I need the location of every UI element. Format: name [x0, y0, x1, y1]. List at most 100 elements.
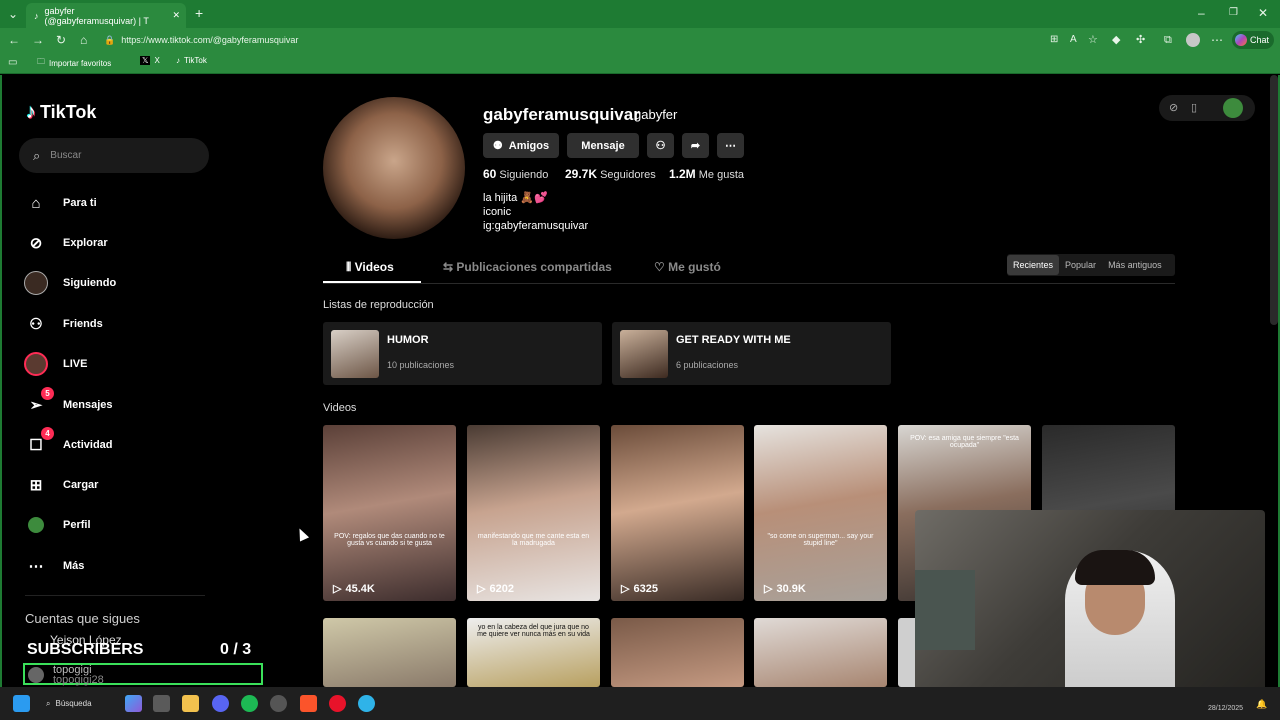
puzzle-icon[interactable]: ✣	[1136, 34, 1145, 46]
nav-para-ti[interactable]: ⌂ Para ti	[24, 190, 96, 216]
nav-perfil[interactable]: Perfil	[24, 512, 91, 538]
windows-start-icon[interactable]	[13, 695, 30, 712]
store-icon[interactable]	[153, 695, 170, 712]
following-account-handle: topogigi28	[53, 674, 104, 686]
tab-reposts[interactable]: ⇆ Publicaciones compartidas	[443, 260, 612, 274]
reload-icon[interactable]: ↻	[56, 34, 66, 46]
bookmark-label: X	[154, 56, 160, 65]
play-icon: ▷	[333, 583, 342, 595]
spotify-icon[interactable]	[241, 695, 258, 712]
page-scrollbar[interactable]	[1270, 75, 1278, 325]
bookmark-tiktok[interactable]: ♪ TikTok	[176, 56, 207, 65]
folder-icon: 🗀	[37, 57, 45, 66]
nav-cargar[interactable]: ⊞ Cargar	[24, 472, 99, 498]
windows-taskbar: ⌕ Búsqueda 28/12/2025 🔔	[0, 687, 1280, 720]
nav-explorar[interactable]: ⊘ Explorar	[24, 230, 108, 256]
video-card[interactable]: yo en la cabeza del que jura que no me q…	[467, 618, 600, 687]
playlist-card[interactable]: HUMOR 10 publicaciones	[323, 322, 602, 385]
new-tab-icon[interactable]: +	[195, 6, 203, 20]
video-card[interactable]	[611, 618, 744, 687]
followers-label: Seguidores	[600, 169, 656, 181]
nav-actividad[interactable]: ☐ 4 Actividad	[24, 427, 113, 458]
minimize-icon[interactable]: –	[1198, 7, 1205, 19]
friends-button[interactable]: ⚉ Amigos	[483, 133, 559, 158]
add-user-button[interactable]: ⚇	[647, 133, 674, 158]
favorite-star-icon[interactable]: ☆	[1088, 34, 1098, 46]
home-browser-icon[interactable]: ⌂	[80, 34, 87, 46]
playlists-heading: Listas de reproducción	[323, 299, 434, 311]
video-card[interactable]	[323, 618, 456, 687]
collections-icon[interactable]: ⧉	[1164, 34, 1172, 46]
top-tools: ⊘ ▯	[1159, 95, 1255, 121]
tabs-divider	[323, 283, 1175, 284]
stat-followers[interactable]: 29.7K Seguidores	[565, 167, 656, 181]
device-icon[interactable]: ▯	[1191, 101, 1197, 114]
url-field[interactable]: 🔒 https://www.tiktok.com/@gabyferamusqui…	[104, 32, 1044, 48]
bookmark-import[interactable]: 🗀 Importar favoritos	[37, 56, 111, 70]
playlist-title: HUMOR	[387, 334, 429, 346]
nav-siguiendo[interactable]: Siguiendo	[24, 270, 116, 296]
obs-icon[interactable]	[270, 695, 287, 712]
video-card[interactable]: ▷ 6325	[611, 425, 744, 601]
nav-live[interactable]: LIVE	[24, 351, 87, 377]
user-avatar[interactable]	[1223, 98, 1243, 118]
taskbar-search-label: Búsqueda	[55, 699, 92, 708]
hair-shape	[1075, 550, 1155, 585]
chevron-down-icon[interactable]: ⌄	[8, 8, 18, 20]
grid-icon: ⦀	[346, 260, 352, 274]
back-icon[interactable]: ←	[8, 34, 20, 46]
following-label: Siguiendo	[499, 169, 549, 181]
brave-icon[interactable]	[300, 695, 317, 712]
nav-mas[interactable]: ⋯ Más	[24, 553, 85, 579]
address-bar: ← → ↻ ⌂ 🔒 https://www.tiktok.com/@gabyfe…	[0, 28, 1280, 52]
close-window-icon[interactable]: ✕	[1258, 7, 1268, 19]
file-explorer-icon[interactable]	[182, 695, 199, 712]
playlist-card[interactable]: GET READY WITH ME 6 publicaciones	[612, 322, 891, 385]
bookmark-x[interactable]: 𝕏 X	[140, 56, 160, 65]
more-options-button[interactable]: ⋯	[717, 133, 744, 158]
more-options-icon[interactable]: ⋯	[1211, 34, 1223, 46]
likes-label: Me gusta	[698, 169, 744, 181]
app-icon[interactable]: ⊞	[1050, 34, 1058, 46]
discord-icon[interactable]	[212, 695, 229, 712]
video-card[interactable]	[754, 618, 887, 687]
compass-small-icon[interactable]: ⊘	[1169, 101, 1178, 114]
sidebar-toggle-icon[interactable]: ▭	[8, 57, 17, 69]
video-card[interactable]: "so come on superman... say your stupid …	[754, 425, 887, 601]
video-card[interactable]: POV: regalos que das cuando no te gusta …	[323, 425, 456, 601]
opera-icon[interactable]	[329, 695, 346, 712]
nav-mensajes[interactable]: ➢ 5 Mensajes	[24, 387, 113, 418]
taskbar-search[interactable]: ⌕ Búsqueda	[46, 694, 92, 713]
sort-popular[interactable]: Popular	[1059, 255, 1102, 275]
sort-oldest[interactable]: Más antiguos	[1102, 255, 1168, 275]
sort-recent[interactable]: Recientes	[1007, 255, 1060, 275]
video-card[interactable]: manifestando que me cante esta en la mad…	[467, 425, 600, 601]
translate-icon[interactable]: A	[1070, 34, 1077, 46]
forward-icon[interactable]: →	[32, 34, 44, 46]
following-heading: Cuentas que sigues	[25, 611, 140, 626]
search-input[interactable]: ⌕ Buscar	[19, 138, 209, 173]
stat-following[interactable]: 60 Siguiendo	[483, 167, 548, 181]
restore-icon[interactable]: ❐	[1229, 7, 1238, 19]
copilot-taskbar-icon[interactable]	[125, 695, 142, 712]
share-button[interactable]: ➦	[682, 133, 709, 158]
profile-avatar[interactable]	[323, 97, 465, 239]
playlist-title: GET READY WITH ME	[676, 334, 791, 346]
edge-icon[interactable]	[358, 695, 375, 712]
notification-bell-icon[interactable]: 🔔	[1256, 699, 1267, 710]
browser-profile-avatar[interactable]	[1186, 33, 1200, 47]
copilot-chat-button[interactable]: Chat	[1232, 31, 1274, 49]
bookmark-label: TikTok	[184, 56, 207, 65]
nav-friends[interactable]: ⚇ Friends	[24, 311, 102, 337]
close-tab-icon[interactable]: ✕	[172, 10, 180, 21]
bio-line: la hijita 🧸💕	[483, 192, 548, 204]
browser-tab[interactable]: ♪ gabyfer (@gabyferamusquivar) | T ✕	[26, 3, 186, 28]
message-button[interactable]: Mensaje	[567, 133, 639, 158]
play-icon: ▷	[621, 583, 630, 595]
tab-videos[interactable]: ⦀ Videos	[346, 260, 394, 275]
extension-icon[interactable]: ◆	[1112, 34, 1120, 46]
tab-liked[interactable]: ♡ Me gustó	[654, 260, 721, 274]
button-label: Mensaje	[581, 139, 625, 152]
video-views: ▷ 6202	[477, 582, 514, 596]
tiktok-logo[interactable]: ♪ TikTok	[26, 101, 96, 124]
